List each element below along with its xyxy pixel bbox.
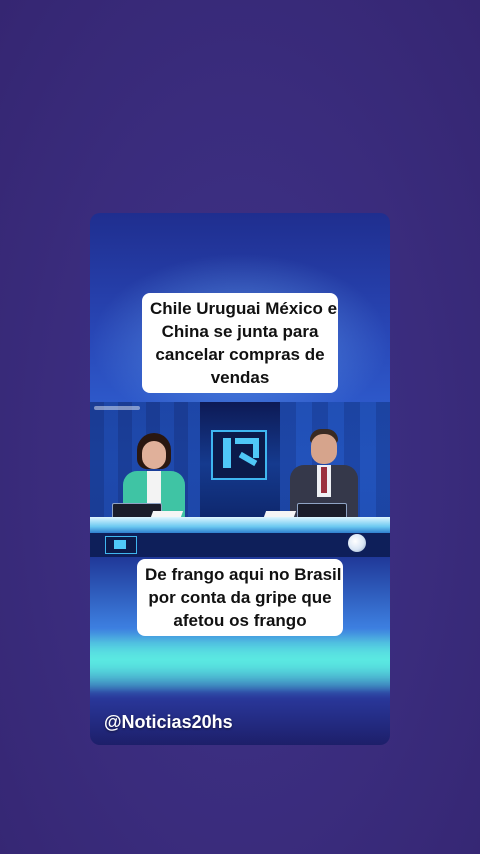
desk-orb [348,534,366,552]
account-handle[interactable]: @Noticias20hs [104,712,233,733]
story-card[interactable]: Chile Uruguai México e China se junta pa… [90,213,390,745]
broadcast-watermark [94,406,140,410]
female-anchor [123,433,185,521]
caption-bottom: De frango aqui no Brasil por conta da gr… [137,559,343,636]
caption-top-line: Chile Uruguai México e [150,299,338,318]
caption-top-line: China se junta para [161,322,319,341]
card-light-streak [90,633,390,693]
male-anchor [290,429,358,517]
caption-bottom-line: afetou os frango [173,611,307,630]
caption-top-line: vendas [210,368,270,387]
caption-top: Chile Uruguai México e China se junta pa… [142,293,338,393]
caption-bottom-line: De frango aqui no Brasil [145,565,342,584]
caption-top-line: cancelar compras de [155,345,325,364]
jr-logo [211,430,267,480]
caption-bottom-line: por conta da gripe que [148,588,332,607]
news-video-frame[interactable] [90,402,390,557]
news-desk [90,517,390,533]
channel-mini-logo [105,536,137,554]
